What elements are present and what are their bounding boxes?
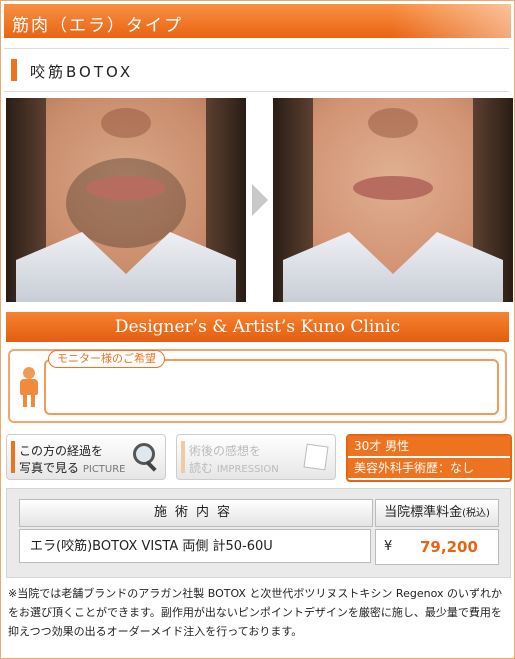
currency-symbol: ¥	[384, 539, 393, 554]
price-header-note: (税込)	[462, 508, 490, 519]
category-header: 筋肉（エラ）タイプ	[4, 4, 511, 38]
before-photo	[6, 98, 246, 302]
age-gender: 30才 男性	[348, 436, 510, 456]
surgery-history: 美容外科手術歴：なし	[348, 458, 510, 478]
read-impression-button[interactable]: 術後の感想を 読む IMPRESSION	[176, 434, 336, 480]
progress-line1: この方の経過を	[19, 444, 104, 458]
price-header: 当院標準料金(税込)	[375, 499, 499, 527]
price-table: 施術内容 当院標準料金(税込) エラ(咬筋)BOTOX VISTA 両側 計50…	[6, 488, 511, 578]
treatment-title: 咬筋BOTOX	[30, 63, 134, 81]
impression-line2: 読む	[189, 461, 214, 475]
treatment-header: 施術内容	[19, 499, 373, 527]
footnote: ※当院では老舗ブランドのアラガン社製 BOTOX と次世代ボツリヌストキシン R…	[8, 587, 502, 638]
after-photo	[273, 98, 513, 302]
category-title: 筋肉（エラ）タイプ	[12, 16, 183, 36]
request-tag: モニター様のご希望	[48, 350, 165, 368]
notepad-icon	[303, 443, 329, 471]
accent-bar	[11, 59, 17, 81]
progress-line2: 写真で見る	[19, 461, 80, 475]
price-cell: ¥ 79,200	[375, 529, 499, 565]
person-icon	[18, 367, 40, 407]
progress-en: PICTURE	[82, 464, 126, 475]
view-progress-photos-button[interactable]: この方の経過を 写真で見る PICTURE	[6, 434, 166, 480]
monitor-request-box: モニター様のご希望	[8, 349, 507, 423]
impression-en: IMPRESSION	[216, 464, 279, 475]
price-amount: 79,200	[420, 538, 478, 556]
impression-line1: 術後の感想を	[189, 444, 262, 458]
treatment-subheader: 咬筋BOTOX	[4, 48, 509, 92]
magnifier-icon	[133, 443, 159, 472]
patient-profile: 30才 男性 美容外科手術歴：なし	[346, 434, 512, 482]
treatment-cell: エラ(咬筋)BOTOX VISTA 両側 計50-60U	[19, 529, 371, 563]
arrow-right-icon	[252, 184, 268, 216]
clinic-banner: Designer’s & Artist’s Kuno Clinic	[6, 312, 509, 342]
